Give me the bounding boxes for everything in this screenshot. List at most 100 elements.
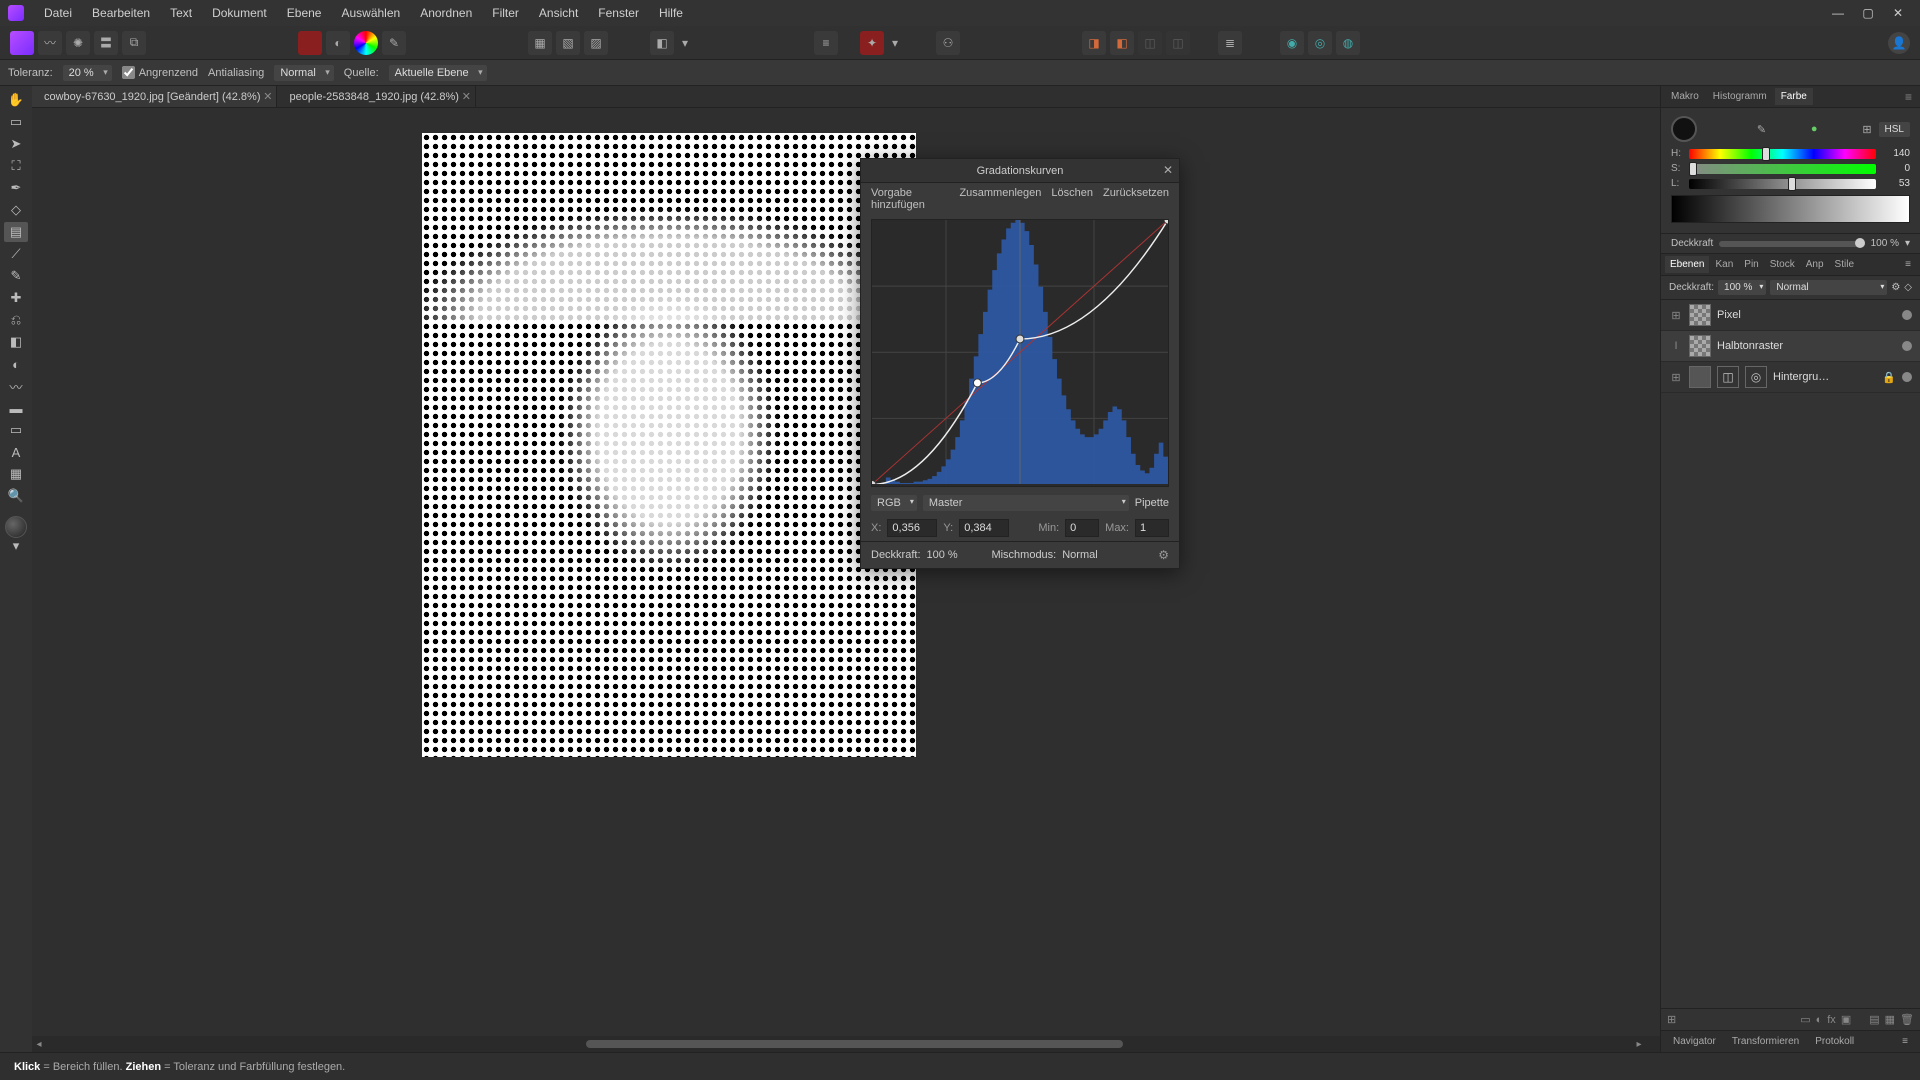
scroll-thumb[interactable] [586, 1040, 1123, 1048]
menu-filter[interactable]: Filter [482, 1, 529, 25]
shape-tool-icon[interactable]: ▭ [4, 420, 28, 440]
mesh-tool-icon[interactable]: ▦ [4, 464, 28, 484]
vr-icon[interactable]: ⚇ [936, 31, 960, 55]
mask2-icon[interactable]: ▣ [1841, 1013, 1851, 1026]
curves-y-input[interactable] [959, 519, 1009, 537]
photo-persona-icon[interactable] [10, 31, 34, 55]
layer-adjust-thumbnail[interactable]: ◎ [1745, 366, 1767, 388]
snap1-icon[interactable]: ◉ [1280, 31, 1304, 55]
layer-settings-icon[interactable]: ⚙ [1891, 282, 1900, 293]
heal-tool-icon[interactable]: ✚ [4, 288, 28, 308]
curves-pipette-button[interactable]: Pipette [1135, 497, 1169, 509]
menu-ansicht[interactable]: Ansicht [529, 1, 588, 25]
menu-dokument[interactable]: Dokument [202, 1, 277, 25]
curves-channel-dropdown[interactable]: RGB [871, 495, 917, 511]
curves-action-vorgabe hinzufügen[interactable]: Vorgabe hinzufügen [871, 187, 949, 211]
antialias-label[interactable]: Antialiasing [208, 67, 264, 79]
layers-tab-stock[interactable]: Stock [1765, 256, 1800, 273]
blendmode-dropdown[interactable]: Normal [274, 65, 333, 81]
curves-graph[interactable] [871, 219, 1169, 487]
panel-tab-histogramm[interactable]: Histogramm [1707, 88, 1773, 105]
add-layer-icon[interactable]: ▤ [1869, 1013, 1879, 1026]
move-tool-icon[interactable]: ▭ [4, 112, 28, 132]
contiguous-checkbox[interactable]: Angrenzend [122, 66, 198, 79]
visibility-icon[interactable] [1902, 372, 1912, 382]
develop-persona-icon[interactable]: ✺ [66, 31, 90, 55]
color-wheel-icon[interactable] [354, 31, 378, 55]
tone-persona-icon[interactable]: 〓 [94, 31, 118, 55]
lock-icon[interactable]: 🔒 [1882, 371, 1896, 384]
brush1-tool-icon[interactable]: ⟋ [4, 244, 28, 264]
panel-tab-makro[interactable]: Makro [1665, 88, 1705, 105]
source-dropdown[interactable]: Aktuelle Ebene [389, 65, 487, 81]
swatch-icon[interactable] [298, 31, 322, 55]
erase-tool-icon[interactable]: ◧ [4, 332, 28, 352]
clone-tool-icon[interactable]: ⎌ [4, 310, 28, 330]
sel-add-icon[interactable]: ▧ [556, 31, 580, 55]
fx-icon[interactable]: fx [1827, 1014, 1836, 1026]
menu-text[interactable]: Text [160, 1, 202, 25]
minimize-button[interactable]: — [1824, 6, 1852, 20]
menu-ebene[interactable]: Ebene [277, 1, 332, 25]
menu-bearbeiten[interactable]: Bearbeiten [82, 1, 160, 25]
panel-tab-farbe[interactable]: Farbe [1775, 88, 1813, 105]
layers-tab-anp[interactable]: Anp [1801, 256, 1829, 273]
assistant-menu-icon[interactable]: ▾ [888, 31, 902, 55]
horizontal-scrollbar[interactable]: ◂ ▸ [32, 1036, 1660, 1052]
zoom-tool-icon[interactable]: 🔍 [4, 486, 28, 506]
layer-footer-icon[interactable]: ⊞ [1667, 1013, 1676, 1026]
bottom-tab-navigator[interactable]: Navigator [1667, 1033, 1722, 1050]
pointer-tool-icon[interactable]: ➤ [4, 134, 28, 154]
sel-new-icon[interactable]: ▦ [528, 31, 552, 55]
maximize-button[interactable]: ▢ [1854, 6, 1882, 20]
layers-tab-pin[interactable]: Pin [1739, 256, 1763, 273]
curves-max-input[interactable] [1135, 519, 1169, 537]
assistant-icon[interactable]: ✦ [860, 31, 884, 55]
layer-toggle-icon[interactable]: ⊞ [1669, 371, 1683, 384]
color-options-icon[interactable]: ⊞ [1859, 123, 1874, 136]
bottom-tab-transformieren[interactable]: Transformieren [1726, 1033, 1805, 1050]
primary-color-swatch[interactable] [1671, 116, 1697, 142]
layers-tab-ebenen[interactable]: Ebenen [1665, 256, 1709, 273]
delete-layer-icon[interactable]: 🗑 [1900, 1013, 1914, 1026]
arrange-front-icon[interactable]: ◨ [1082, 31, 1106, 55]
close-window-button[interactable]: ✕ [1884, 6, 1912, 20]
curves-action-zurücksetzen[interactable]: Zurücksetzen [1103, 187, 1169, 211]
menu-anordnen[interactable]: Anordnen [410, 1, 482, 25]
quicklook-icon[interactable]: ◧ [650, 31, 674, 55]
snap3-icon[interactable]: ◍ [1336, 31, 1360, 55]
align-icon[interactable]: ≡ [814, 31, 838, 55]
crop-tool-icon[interactable]: ⛶ [4, 156, 28, 176]
liquify-persona-icon[interactable]: 〰 [38, 31, 62, 55]
opacity-menu-icon[interactable]: ▾ [1905, 238, 1910, 249]
curves-opacity-dropdown[interactable]: 100 % [927, 549, 958, 561]
tolerance-dropdown[interactable]: 20 % [63, 65, 112, 81]
sample-dot-icon[interactable]: ● [1808, 123, 1821, 135]
eyedropper-icon[interactable]: ✎ [1754, 123, 1769, 136]
canvas[interactable] [32, 108, 1660, 1036]
panel-menu-icon[interactable]: ≡ [1901, 90, 1916, 104]
hand-tool-icon[interactable]: ✋ [4, 90, 28, 110]
circle-tool-icon[interactable]: ◐ [326, 31, 350, 55]
curves-blend-dropdown[interactable]: Normal [1062, 549, 1152, 561]
gradient-tool-icon[interactable]: ▬ [4, 398, 28, 418]
expand-tools-icon[interactable]: ▾ [4, 540, 28, 552]
smudge-tool-icon[interactable]: 〰 [4, 376, 28, 396]
curves-titlebar[interactable]: Gradationskurven ✕ [861, 159, 1179, 183]
lig-slider[interactable]: L: 53 [1671, 178, 1910, 189]
dodge-tool-icon[interactable]: ◐ [4, 354, 28, 374]
menu-datei[interactable]: Datei [34, 1, 82, 25]
curves-master-dropdown[interactable]: Master [923, 495, 1129, 511]
layer-row[interactable]: ⊞Pixel [1661, 300, 1920, 331]
picker-icon[interactable]: ✎ [382, 31, 406, 55]
brush2-tool-icon[interactable]: ✎ [4, 266, 28, 286]
gear-icon[interactable]: ⚙ [1158, 548, 1169, 562]
layers-tab-stile[interactable]: Stile [1830, 256, 1859, 273]
scroll-right-icon[interactable]: ▸ [1632, 1039, 1646, 1050]
layer-fx-icon[interactable]: ◇ [1904, 282, 1912, 293]
color-model-dropdown[interactable]: HSL [1879, 122, 1910, 137]
menu-fenster[interactable]: Fenster [588, 1, 649, 25]
pen-tool-icon[interactable]: ✒ [4, 178, 28, 198]
curves-dialog[interactable]: Gradationskurven ✕ Vorgabe hinzufügenZus… [860, 158, 1180, 569]
layer-mask-thumbnail[interactable]: ◫ [1717, 366, 1739, 388]
